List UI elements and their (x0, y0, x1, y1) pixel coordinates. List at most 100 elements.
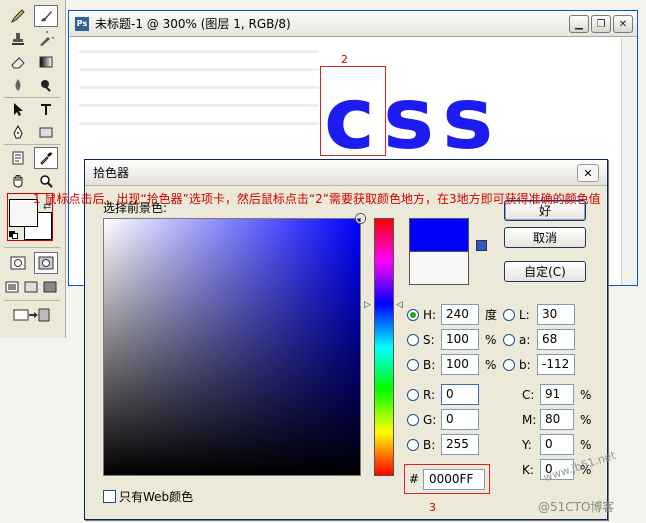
lab-b-row: b: -112 (503, 354, 575, 375)
restore-button[interactable]: ❐ (591, 15, 611, 33)
toolbox-divider (4, 144, 60, 145)
notes-icon[interactable] (6, 147, 30, 169)
brightness-radio[interactable] (407, 358, 419, 371)
magenta-input[interactable]: 80 (540, 409, 574, 430)
yellow-row: Y: 0 % (522, 434, 591, 455)
blue-input[interactable]: 255 (441, 434, 479, 455)
brush-icon[interactable] (34, 5, 58, 27)
hue-input[interactable]: 240 (441, 304, 479, 325)
black-unit: % (580, 462, 592, 477)
green-radio[interactable] (407, 413, 419, 426)
lab-a-radio[interactable] (503, 333, 515, 346)
marker-3-label: 3 (429, 501, 436, 514)
saturation-unit: % (485, 332, 497, 347)
web-only-label: 只有Web颜色 (119, 490, 194, 504)
picker-titlebar[interactable]: 拾色器 (85, 160, 607, 186)
cyan-input[interactable]: 91 (540, 384, 574, 405)
hue-unit: 度 (485, 308, 498, 322)
color-field[interactable] (103, 214, 365, 476)
hand-icon[interactable] (6, 170, 30, 192)
hue-slider-left-arrow[interactable]: ▷ (364, 300, 371, 310)
lab-a-row: a: 68 (503, 329, 575, 350)
photoshop-icon: Ps (75, 16, 89, 31)
current-color-swatch[interactable] (409, 251, 469, 285)
eraser-icon[interactable] (6, 51, 30, 73)
pencil-icon[interactable] (6, 5, 30, 27)
screen-mode-menu-icon[interactable] (22, 276, 40, 298)
screen-mode-full-icon[interactable] (41, 276, 59, 298)
black-input[interactable]: 0 (540, 459, 574, 480)
hex-label: # (409, 472, 420, 486)
hue-slider[interactable] (374, 218, 394, 476)
cancel-button[interactable]: 取消 (504, 227, 586, 248)
brightness-label: B: (423, 357, 436, 372)
blur-icon[interactable] (6, 74, 30, 96)
color-picker-dialog: 拾色器 ✕ 选择前景色: ▷ ◁ 好 取消 自定(C) H: 240 度 S: … (84, 159, 608, 520)
red-row: R: 0 (407, 384, 479, 405)
picker-close-button[interactable]: ✕ (577, 164, 599, 182)
standard-mode-icon[interactable] (6, 252, 30, 274)
close-button[interactable]: ✕ (613, 15, 633, 33)
red-input[interactable]: 0 (441, 384, 479, 405)
saturation-radio[interactable] (407, 333, 419, 346)
hex-input[interactable]: 0000FF (423, 469, 485, 490)
websafe-warning-icon[interactable] (476, 240, 487, 251)
cyan-label: C: (522, 387, 535, 402)
cyan-unit: % (580, 387, 592, 402)
brightness-unit: % (485, 357, 497, 372)
document-title: 未标题-1 @ 300% (图层 1, RGB/8) (95, 17, 291, 31)
canvas-bg-line (79, 104, 319, 107)
lab-l-radio[interactable] (503, 308, 515, 321)
red-radio[interactable] (407, 388, 419, 401)
quick-mask-mode-icon[interactable] (34, 252, 58, 274)
rectangle-icon[interactable] (34, 121, 58, 143)
vertical-scrollbar[interactable] (621, 38, 637, 285)
cyan-row: C: 91 % (522, 384, 591, 405)
green-label: G: (423, 412, 437, 427)
zoom-icon[interactable] (34, 170, 58, 192)
pen-icon[interactable] (6, 121, 30, 143)
screen-mode-standard-icon[interactable] (3, 276, 21, 298)
canvas-bg-line (79, 68, 319, 71)
toolbox-divider (4, 247, 60, 248)
yellow-unit: % (580, 437, 592, 452)
custom-button[interactable]: 自定(C) (504, 261, 586, 282)
path-select-icon[interactable] (6, 98, 30, 120)
web-only-checkbox-row[interactable]: 只有Web颜色 (103, 488, 193, 505)
history-brush-icon[interactable] (34, 28, 58, 50)
gradient-icon[interactable] (34, 51, 58, 73)
dodge-icon[interactable] (34, 74, 58, 96)
hue-slider-right-arrow[interactable]: ◁ (396, 300, 403, 310)
document-titlebar[interactable]: Ps 未标题-1 @ 300% (图层 1, RGB/8) ▁ ❐ ✕ (69, 11, 637, 37)
blue-radio[interactable] (407, 438, 419, 451)
lab-a-input[interactable]: 68 (537, 329, 575, 350)
green-input[interactable]: 0 (441, 409, 479, 430)
stamp-icon[interactable] (6, 28, 30, 50)
canvas-bg-line (79, 122, 319, 125)
hue-row: H: 240 度 (407, 304, 497, 325)
lab-l-input[interactable]: 30 (537, 304, 575, 325)
canvas-bg-line (79, 50, 319, 53)
red-label: R: (423, 387, 436, 402)
lab-b-radio[interactable] (503, 358, 515, 371)
type-icon[interactable] (34, 98, 58, 120)
lab-a-label: a: (519, 332, 531, 347)
new-color-swatch (409, 218, 469, 251)
brightness-row: B: 100 % (407, 354, 496, 375)
yellow-input[interactable]: 0 (540, 434, 574, 455)
eyedropper-icon[interactable] (34, 147, 58, 169)
hue-radio[interactable] (407, 308, 419, 321)
minimize-button[interactable]: ▁ (569, 15, 589, 33)
black-row: K: 0 % (522, 459, 591, 480)
default-colors-icon[interactable] (9, 231, 18, 239)
web-only-checkbox[interactable] (103, 490, 116, 503)
saturation-input[interactable]: 100 (441, 329, 479, 350)
color-field-cursor[interactable] (356, 214, 365, 223)
green-row: G: 0 (407, 409, 479, 430)
brightness-input[interactable]: 100 (441, 354, 479, 375)
blue-label: B: (423, 437, 436, 452)
toolbox: ⇄ (0, 0, 66, 338)
lab-b-label: b: (519, 357, 531, 372)
jump-to-imageready-icon[interactable] (10, 304, 54, 326)
lab-b-input[interactable]: -112 (537, 354, 575, 375)
